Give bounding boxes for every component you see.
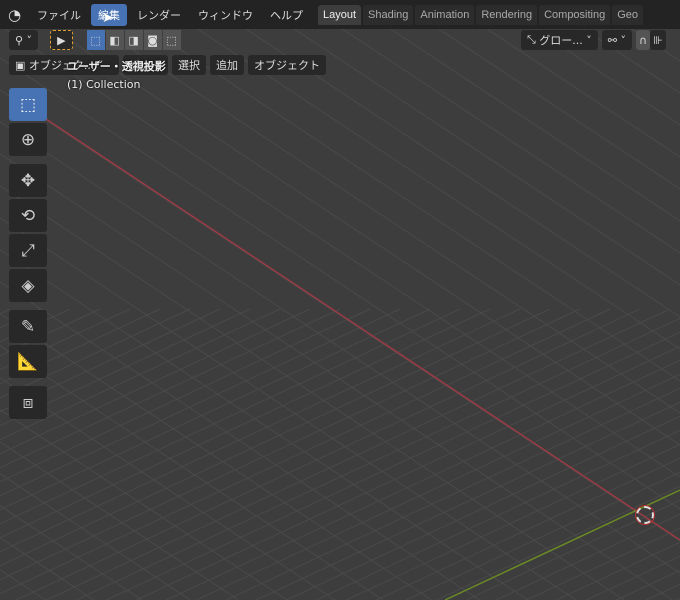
menu-object[interactable]: オブジェクト (248, 55, 326, 75)
grid-line (293, 29, 680, 286)
editor-type-icon: ⚲ ˅ (15, 33, 33, 47)
grid-line (0, 308, 371, 483)
tool-select-box[interactable]: ⬚ (9, 88, 47, 121)
grid-line (646, 583, 680, 600)
grid-line (406, 471, 680, 600)
grid-line (136, 345, 680, 600)
3d-cursor[interactable] (635, 505, 655, 525)
move-icon: ✥ (20, 170, 36, 191)
orientation-icon: ⤡ (527, 33, 540, 46)
tool-rotate[interactable]: ⟲ (9, 199, 47, 232)
select-tool-button[interactable]: ▶ (50, 30, 73, 50)
magnet-icon: ∩ (639, 33, 648, 47)
tab-geometry-nodes[interactable]: Geo (612, 5, 644, 25)
grid-line (586, 555, 680, 600)
menu-select[interactable]: 選択 (172, 55, 206, 75)
grid-line (0, 569, 46, 600)
grid-line (16, 308, 641, 600)
menu-window[interactable]: ウィンドウ (191, 4, 260, 26)
grid-line (106, 331, 680, 600)
grid-line (0, 308, 521, 553)
transform-orientation-dropdown[interactable]: ⤡ グロー... ˅ (521, 30, 598, 50)
grid-line (286, 415, 680, 600)
grid-line (390, 29, 680, 222)
grid-line (0, 308, 491, 539)
select-subtract-icon[interactable]: ◨ (124, 30, 143, 50)
cursor-arrow-icon: ▶ (57, 33, 66, 47)
ruler-icon: 📐 (17, 351, 39, 372)
tool-scale[interactable]: ⤢ (9, 234, 47, 267)
menu-help[interactable]: ヘルプ (263, 4, 310, 26)
tool-shelf: ⬚ ⊕ ✥ ⟲ ⤢ ◈ ✎ 📐 ⧈ (9, 88, 49, 421)
menu-file[interactable]: ファイル (30, 4, 88, 26)
tool-transform[interactable]: ◈ (9, 269, 47, 302)
grid-line (0, 313, 432, 600)
grid-line (436, 485, 680, 600)
snap-settings[interactable]: ⊪ (650, 30, 666, 50)
editor-type-button[interactable]: ⚲ ˅ (9, 30, 39, 50)
view-name: ユーザー・透視投影 (67, 60, 166, 73)
pivot-icon: ⚯ ˅ (607, 33, 627, 47)
grid-line (0, 57, 680, 510)
collection-label: (1) Collection (67, 78, 141, 91)
menu-render[interactable]: レンダー (130, 4, 188, 26)
grid-line (0, 308, 551, 567)
grid-line (0, 185, 625, 600)
grid-line (149, 29, 680, 382)
menu-add[interactable]: 追加 (210, 55, 244, 75)
select-new-icon[interactable]: ⬚ (86, 30, 105, 50)
grid-line (196, 373, 680, 600)
grid-line (0, 345, 384, 600)
grid-line (4, 29, 680, 478)
tool-annotate[interactable]: ✎ (9, 310, 47, 343)
select-box-icon: ⬚ (19, 94, 37, 115)
select-intersect-icon[interactable]: ⬚ (162, 30, 181, 50)
tab-layout[interactable]: Layout (318, 5, 362, 25)
snap-increment-icon: ⊪ (653, 33, 663, 47)
grid-line (0, 473, 191, 600)
object-mode-icon: ▣ (15, 58, 29, 72)
grid-line (46, 308, 671, 600)
tab-rendering[interactable]: Rendering (476, 5, 538, 25)
grid-line (0, 537, 95, 600)
grid-line (0, 308, 401, 497)
grid-line (616, 569, 680, 600)
grid-line (0, 249, 529, 600)
tab-animation[interactable]: Animation (415, 5, 475, 25)
add-cube-icon: ⧈ (22, 392, 34, 413)
viewport-grid (0, 29, 680, 600)
tool-add-cube[interactable]: ⧈ (9, 386, 47, 419)
tool-cursor[interactable]: ⊕ (9, 123, 47, 156)
cursor-icon: ⊕ (20, 129, 36, 150)
x-axis-line (39, 114, 680, 541)
snap-toggle[interactable]: ∩ (636, 30, 651, 50)
selection-mode-group: ⬚ ◧ ◨ ◙ ⬚ (86, 30, 182, 50)
select-invert-icon[interactable]: ◙ (143, 30, 162, 50)
tab-shading[interactable]: Shading (363, 5, 414, 25)
mouse-pointer-icon: ➤ (102, 10, 114, 26)
rotate-icon: ⟲ (20, 205, 36, 226)
grid-line (346, 443, 680, 600)
grid-line (0, 308, 581, 581)
grid-line (438, 29, 680, 190)
select-extend-icon[interactable]: ◧ (105, 30, 124, 50)
transform-icon: ◈ (21, 275, 35, 296)
grid-line (0, 505, 143, 600)
grid-line (0, 89, 680, 542)
tab-compositing[interactable]: Compositing (539, 5, 611, 25)
tool-measure[interactable]: 📐 (9, 345, 47, 378)
blender-logo-icon[interactable]: ◔ (8, 6, 30, 24)
tool-move[interactable]: ✥ (9, 164, 47, 197)
grid-line (0, 308, 461, 525)
grid-line (0, 308, 611, 595)
pivot-point-dropdown[interactable]: ⚯ ˅ (601, 30, 633, 50)
grid-line (556, 541, 680, 600)
3d-viewport[interactable] (0, 29, 680, 600)
grid-line (0, 217, 577, 600)
scale-icon: ⤢ (21, 240, 35, 261)
grid-line (342, 29, 680, 254)
pencil-icon: ✎ (20, 316, 36, 337)
